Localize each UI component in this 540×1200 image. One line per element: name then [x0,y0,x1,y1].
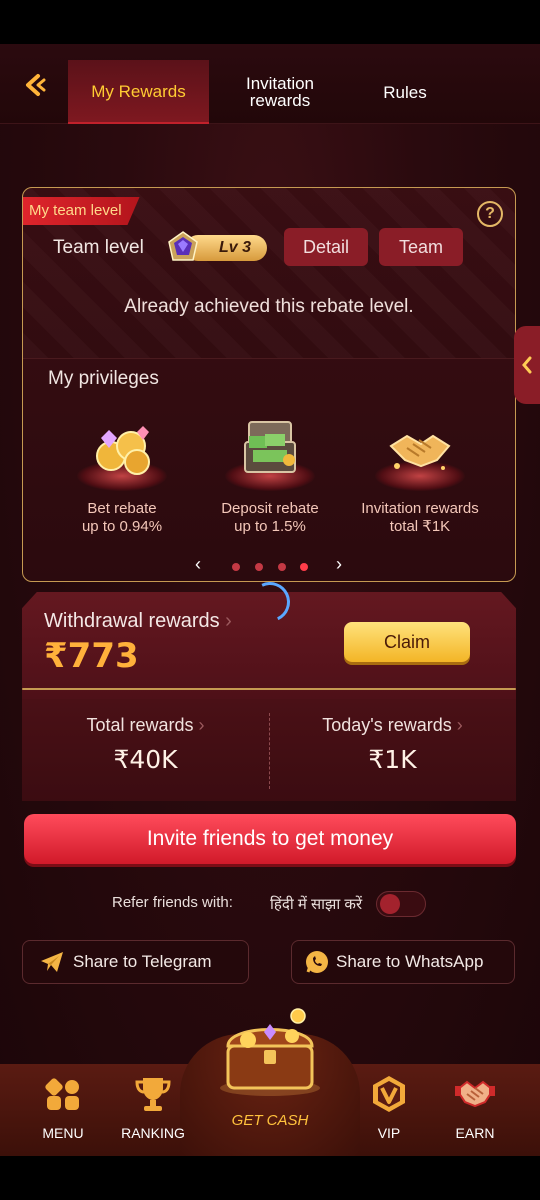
team-level-label: Team level [53,237,144,258]
withdrawal-label[interactable]: Withdrawal rewards › [44,610,232,633]
privileges-pager: ‹ › [23,554,515,578]
chevron-left-icon [522,356,532,374]
treasure-chest-icon[interactable] [214,1006,326,1098]
withdrawal-amount: ₹773 [44,636,139,676]
rewards-totals: Total rewards › ₹40K Today's rewards › ₹… [22,699,516,801]
level-badge: Lv 3 [165,230,269,266]
pager-next-icon[interactable]: › [336,554,342,575]
privilege-line2: total ₹1K [389,518,451,535]
refer-label: Refer friends with: [112,894,233,911]
divider [23,358,515,359]
cash-chest-icon [244,421,296,473]
invite-friends-button[interactable]: Invite friends to get money [24,814,516,864]
chevron-right-icon: › [225,610,232,632]
privilege-text: Invitation rewards total ₹1K [345,500,495,536]
menu-grid-icon [45,1078,79,1110]
back-button[interactable] [18,68,52,102]
vip-badge-icon [373,1076,405,1112]
share-telegram-label: Share to Telegram [73,952,212,971]
nav-ranking[interactable]: RANKING [113,1074,193,1141]
status-bar-area [0,0,540,44]
todays-rewards-value: ₹1K [368,745,417,774]
privilege-line2: up to 1.5% [234,518,306,535]
gold-divider [22,688,516,690]
total-rewards-label: Total rewards › [22,715,269,736]
share-whatsapp-button[interactable]: Share to WhatsApp [291,940,515,984]
coins-gems-icon [96,426,150,475]
chevron-right-icon: › [456,715,463,735]
todays-rewards-label-text: Today's rewards [322,715,452,735]
withdrawal-label-text: Withdrawal rewards [44,610,220,632]
back-arrow-icon [26,74,46,96]
privilege-invitation-rewards: Invitation rewards total ₹1K [345,416,495,546]
hindi-share-toggle[interactable] [376,891,426,917]
share-whatsapp-label: Share to WhatsApp [336,952,484,971]
tab-invitation-rewards[interactable]: Invitation rewards [215,60,345,124]
tab-my-rewards[interactable]: My Rewards [68,60,209,124]
refer-language-text: हिंदी में साझा करें [270,896,363,913]
handshake-earn-icon [455,1080,495,1108]
app-screen: My Rewards Invitation rewards Rules My t… [0,44,540,1156]
todays-rewards-label: Today's rewards › [269,715,516,736]
pager-dot[interactable] [232,563,240,571]
todays-rewards[interactable]: Today's rewards › ₹1K [269,699,516,801]
handshake-icon [389,434,451,470]
trophy-icon [135,1078,171,1111]
toggle-knob [380,894,400,914]
detail-button[interactable]: Detail [284,228,368,266]
total-rewards-value: ₹40K [113,745,178,774]
chevron-right-icon: › [198,715,205,735]
privilege-line2: up to 0.94% [81,518,163,535]
whatsapp-icon [306,951,328,973]
privilege-bet-rebate: Bet rebate up to 0.94% [47,416,197,546]
pager-dot-active[interactable] [300,563,308,571]
telegram-icon [41,952,63,972]
nav-vip[interactable]: VIP [349,1074,429,1141]
privilege-line1: Deposit rebate [221,500,319,517]
team-level-card: My team level ? Team level Lv 3 Detail T… [22,187,516,582]
nav-get-cash-label[interactable]: GET CASH [180,1112,360,1129]
help-icon[interactable]: ? [477,201,503,227]
header: My Rewards Invitation rewards Rules [0,44,540,124]
nav-earn[interactable]: EARN [435,1074,515,1141]
privilege-line1: Bet rebate [87,500,157,517]
total-rewards-label-text: Total rewards [86,715,194,735]
nav-menu-label: MENU [42,1125,84,1141]
pager-dot[interactable] [278,563,286,571]
pager-prev-icon[interactable]: ‹ [195,554,201,575]
rebate-status-text: Already achieved this rebate level. [124,296,414,317]
tab-rules[interactable]: Rules [355,60,455,124]
tab-label: Rules [383,82,427,102]
privilege-text: Deposit rebate up to 1.5% [195,500,345,536]
claim-button[interactable]: Claim [344,622,470,662]
share-telegram-button[interactable]: Share to Telegram [22,940,249,984]
my-team-level-ribbon: My team level [23,197,140,225]
tab-label: Invitation rewards [245,74,315,110]
privilege-deposit-rebate: Deposit rebate up to 1.5% [195,416,345,546]
system-nav-area [0,1156,540,1200]
nav-vip-label: VIP [377,1125,401,1141]
diamond-level-icon [168,231,198,261]
total-rewards[interactable]: Total rewards › ₹40K [22,699,269,801]
tab-label: My Rewards [91,81,186,101]
nav-earn-label: EARN [455,1125,495,1141]
pager-dot[interactable] [255,563,263,571]
nav-menu[interactable]: MENU [23,1074,103,1141]
privilege-text: Bet rebate up to 0.94% [47,500,197,536]
privilege-line1: Invitation rewards [361,500,479,517]
side-drawer-tab[interactable] [514,326,540,404]
privileges-title: My privileges [48,368,159,389]
team-button[interactable]: Team [379,228,463,266]
